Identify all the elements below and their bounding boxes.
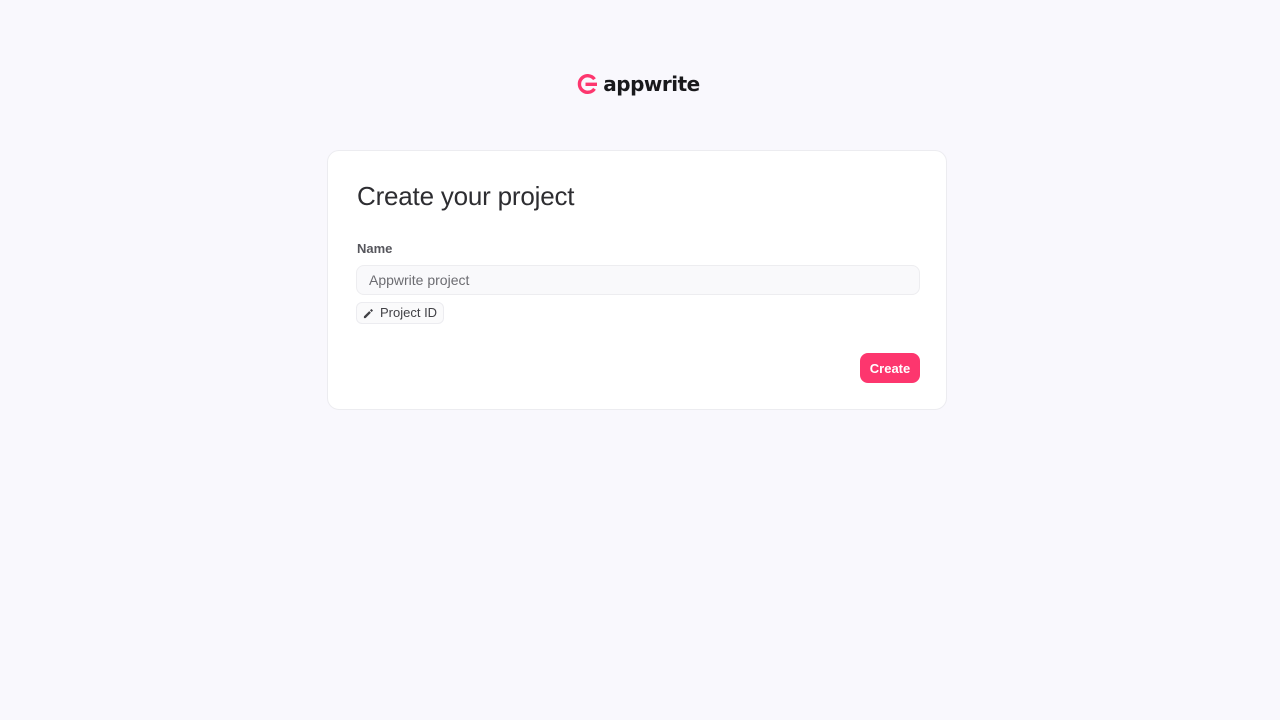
appwrite-logo-icon (578, 74, 598, 94)
create-project-card: Create your project Name Project ID Crea… (327, 150, 947, 410)
brand-logo: appwrite (0, 72, 1278, 96)
project-id-tag[interactable]: Project ID (356, 302, 445, 324)
brand-name: appwrite (603, 72, 700, 96)
project-id-label: Project ID (380, 305, 438, 320)
project-name-input[interactable] (356, 265, 920, 295)
name-field-label: Name (357, 241, 393, 256)
pencil-icon (363, 308, 374, 319)
page-title: Create your project (357, 181, 575, 211)
create-button[interactable]: Create (860, 353, 920, 383)
create-project-page: appwrite Create your project Name Projec… (0, 0, 1280, 720)
